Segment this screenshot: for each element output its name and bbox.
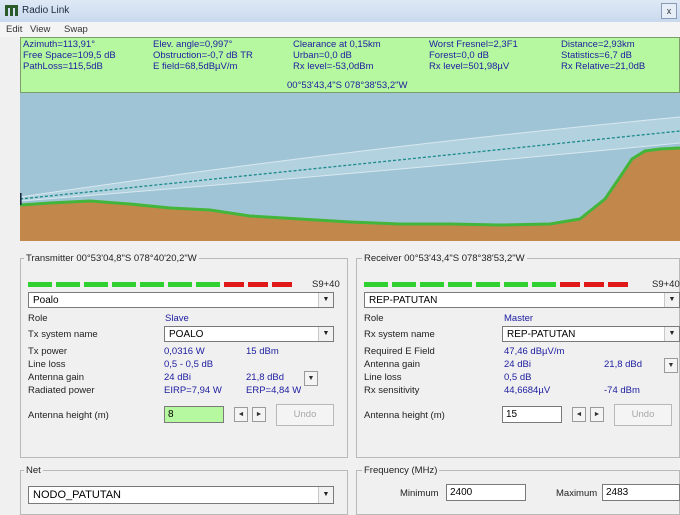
transmitter-panel <box>20 258 348 458</box>
rx-signal-meter <box>364 282 634 287</box>
net-select[interactable]: NODO_PATUTAN ▼ <box>28 486 334 504</box>
menu-view[interactable]: View <box>30 24 50 35</box>
title-bar: Radio Link x <box>0 0 680 23</box>
azimuth-value: Azimuth=113,91° <box>23 39 96 50</box>
chevron-down-icon[interactable]: ▼ <box>318 487 333 503</box>
net-title: Net <box>24 465 43 476</box>
rx-gain-dbd: 21,8 dBd <box>604 359 643 370</box>
path-loss-value: PathLoss=115,5dB <box>23 61 103 72</box>
rx-level-db-value: Rx level=-53,0dBm <box>293 61 374 72</box>
rx-sensitivity-dbm: -74 dBm <box>604 385 640 396</box>
rx-system-label: Rx system name <box>364 329 435 340</box>
rx-meter-value: S9+40 <box>652 279 680 290</box>
tx-signal-meter <box>28 282 298 287</box>
freq-min-label: Minimum <box>400 488 439 499</box>
tx-system-select[interactable]: POALO ▼ <box>164 326 334 342</box>
chevron-down-icon[interactable]: ▼ <box>318 327 333 341</box>
rx-gain-label: Antenna gain <box>364 359 420 370</box>
receiver-title: Receiver 00°53'43,4"S 078°38'53,2"W <box>362 253 527 264</box>
terrain-profile[interactable] <box>20 93 680 241</box>
tx-system-value: POALO <box>169 329 204 340</box>
distance-value: Distance=2,93km <box>561 39 635 50</box>
rx-height-decrement[interactable]: ◄ <box>572 407 586 422</box>
tx-gain-dbi: 24 dBi <box>164 372 191 383</box>
menu-bar: Edit View Swap <box>0 22 680 37</box>
rx-height-label: Antenna height (m) <box>364 410 445 421</box>
rx-system-value: REP-PATUTAN <box>507 329 576 340</box>
tx-undo-button[interactable]: Undo <box>276 404 334 426</box>
rx-relative-value: Rx Relative=21,0dB <box>561 61 646 72</box>
chevron-down-icon[interactable]: ▼ <box>318 293 333 307</box>
rx-site-select[interactable]: REP-PATUTAN ▼ <box>364 292 680 308</box>
menu-edit[interactable]: Edit <box>6 24 22 35</box>
tx-meter-value: S9+40 <box>312 279 340 290</box>
rx-system-select[interactable]: REP-PATUTAN ▼ <box>502 326 680 342</box>
rx-role-label: Role <box>364 313 384 324</box>
tx-line-loss-label: Line loss <box>28 359 66 370</box>
tx-power-dbm: 15 dBm <box>246 346 279 357</box>
rx-sensitivity-label: Rx sensitivity <box>364 385 420 396</box>
tx-line-loss-value: 0,5 - 0,5 dB <box>164 359 214 370</box>
rx-role-value: Master <box>504 313 534 324</box>
tx-role-label: Role <box>28 313 48 324</box>
rx-site-value: REP-PATUTAN <box>369 295 438 306</box>
obstruction-value: Obstruction=-0,7 dB TR <box>153 50 253 61</box>
tx-gain-dropdown[interactable]: ▼ <box>304 371 318 386</box>
rx-height-input[interactable]: 15 <box>502 406 562 423</box>
menu-swap[interactable]: Swap <box>64 24 88 35</box>
transmitter-title: Transmitter 00°53'04,8"S 078°40'20,2"W <box>24 253 199 264</box>
tx-site-value: Poalo <box>33 295 59 306</box>
tx-role-value: Slave <box>165 313 189 324</box>
close-button[interactable]: x <box>661 3 677 19</box>
urban-value: Urban=0,0 dB <box>293 50 352 61</box>
worst-fresnel-value: Worst Fresnel=2,3F1 <box>429 39 518 50</box>
profile-coordinate-readout: 00°53'43,4"S 078°38'53,2"W <box>287 80 408 91</box>
e-field-value: E field=68,5dBµV/m <box>153 61 238 72</box>
receiver-panel <box>356 258 680 458</box>
app-icon <box>5 5 18 16</box>
window-title: Radio Link <box>22 5 70 16</box>
rx-line-loss-value: 0,5 dB <box>504 372 532 383</box>
tx-system-label: Tx system name <box>28 329 98 340</box>
rx-sensitivity-uv: 44,6684µV <box>504 385 551 396</box>
net-value: NODO_PATUTAN <box>33 489 122 501</box>
tx-erp: ERP=4,84 W <box>246 385 302 396</box>
chevron-down-icon[interactable]: ▼ <box>664 327 679 341</box>
rx-height-increment[interactable]: ► <box>590 407 604 422</box>
tx-radiated-label: Radiated power <box>28 385 95 396</box>
rx-gain-dbi: 24 dBi <box>504 359 531 370</box>
elev-angle-value: Elev. angle=0,997° <box>153 39 233 50</box>
rx-undo-button[interactable]: Undo <box>614 404 672 426</box>
rx-req-field-value: 47,46 dBµV/m <box>504 346 565 357</box>
link-info-bar: Azimuth=113,91° Free Space=109,5 dB Path… <box>20 37 680 93</box>
tx-gain-dbd: 21,8 dBd <box>246 372 285 383</box>
frequency-title: Frequency (MHz) <box>362 465 440 476</box>
free-space-value: Free Space=109,5 dB <box>23 50 116 61</box>
rx-req-field-label: Required E Field <box>364 346 435 357</box>
tx-power-label: Tx power <box>28 346 68 357</box>
freq-max-label: Maximum <box>556 488 598 499</box>
tx-power-w: 0,0316 W <box>164 346 205 357</box>
clearance-value: Clearance at 0,15km <box>293 39 381 50</box>
chevron-down-icon[interactable]: ▼ <box>664 293 679 307</box>
tx-height-label: Antenna height (m) <box>28 410 109 421</box>
statistics-value: Statistics=6,7 dB <box>561 50 633 61</box>
tx-height-input[interactable]: 8 <box>164 406 224 423</box>
tx-height-decrement[interactable]: ◄ <box>234 407 248 422</box>
tx-site-select[interactable]: Poalo ▼ <box>28 292 334 308</box>
freq-max-input[interactable]: 2483 <box>602 484 680 501</box>
forest-value: Forest=0,0 dB <box>429 50 489 61</box>
freq-min-input[interactable]: 2400 <box>446 484 526 501</box>
tx-gain-label: Antenna gain <box>28 372 84 383</box>
rx-line-loss-label: Line loss <box>364 372 402 383</box>
rx-level-uv-value: Rx level=501,98µV <box>429 61 510 72</box>
rx-gain-dropdown[interactable]: ▼ <box>664 358 678 373</box>
tx-eirp: EIRP=7,94 W <box>164 385 222 396</box>
tx-height-increment[interactable]: ► <box>252 407 266 422</box>
